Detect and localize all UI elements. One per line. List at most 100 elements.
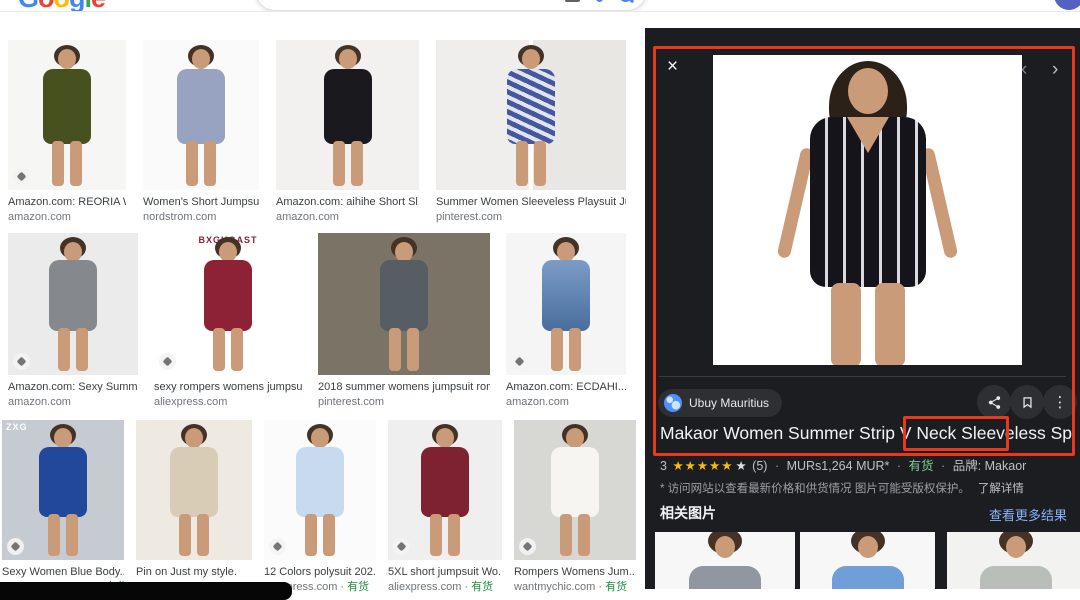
figure-head [64,241,82,262]
globe-icon [664,394,682,412]
figure-garment [296,446,344,517]
price: MURs1,264 MUR* [786,459,890,473]
share-icon [988,395,1000,409]
result-caption[interactable]: Rompers Womens Jum... [514,565,636,580]
result-image[interactable] [136,420,252,560]
figure-head [58,49,76,69]
image-watermark: ZXG [6,422,28,432]
stock-badge: · 有货 [337,581,370,593]
result-image[interactable] [276,40,419,190]
result-caption[interactable]: Pin on Just my style. [136,565,252,580]
result-caption[interactable]: Amazon.com: ECDAHI... [506,380,626,395]
result-image[interactable] [8,233,138,375]
search-icon[interactable] [619,0,632,2]
result-caption[interactable]: Women's Short Jumpsuits ... [143,195,259,210]
close-icon[interactable]: × [667,56,678,78]
figure-head [219,241,237,262]
search-result: ZXG Sexy Women Blue Body... buniversesty… [2,420,124,595]
result-domain: amazon.com [276,211,339,223]
avatar[interactable] [1054,0,1080,10]
result-image[interactable] [264,420,376,560]
panel-title[interactable]: Makaor Women Summer Strip V Neck Sleevel… [660,423,1072,444]
result-domain: amazon.com [8,396,71,408]
search-result: Women's Short Jumpsuits ... nordstrom.co… [143,40,259,225]
search-box[interactable] [255,0,647,11]
share-button[interactable] [977,385,1011,419]
result-caption[interactable]: Sexy Women Blue Body... [2,565,124,580]
figure-head [311,428,329,449]
result-caption[interactable]: 12 Colors polysuit 202... [264,565,376,580]
related-thumb[interactable] [655,532,795,589]
search-result: 12 Colors polysuit 202... aliexpress.com… [264,420,376,595]
bookmark-icon [1022,396,1032,408]
black-overlay-bar [0,582,292,600]
result-image[interactable] [506,233,626,375]
result-caption[interactable]: Amazon.com: REORIA Wo... [8,195,126,210]
tag-icon [13,168,30,185]
learn-more-link[interactable]: 了解详情 [978,483,1024,495]
result-image[interactable] [8,40,126,190]
more-icon: ⋮ [1052,393,1068,411]
tag-icon [511,353,528,370]
bookmark-button[interactable] [1010,385,1044,419]
result-image[interactable] [436,40,626,190]
result-caption[interactable]: Amazon.com: Sexy Summer ... [8,380,138,395]
more-button[interactable]: ⋮ [1043,385,1077,419]
figure-garment [542,259,590,331]
result-image[interactable] [514,420,636,560]
search-box-icons [565,0,632,2]
related-thumbs [655,532,1080,589]
figure-head [436,428,454,449]
tag-icon [519,538,536,555]
result-caption[interactable]: 5XL short jumpsuit Wo... [388,565,502,580]
search-input[interactable] [278,0,532,1]
stock-badge: · 有货 [461,581,494,593]
search-result: Amazon.com: aihihe Short Sl... amazon.co… [276,40,419,225]
result-caption[interactable]: Summer Women Sleeveless Playsuit Jum... [436,195,626,210]
figure-head [847,68,888,114]
tag-icon [269,538,286,555]
chevron-right-icon[interactable]: › [1052,59,1058,81]
result-caption[interactable]: 2018 summer womens jumpsuit rom... [318,380,490,395]
stock-badge: · 有货 [595,581,628,593]
rating-value: 3 [660,459,667,473]
result-domain: aliexpress.com [388,581,462,593]
result-domain: nordstrom.com [143,211,217,223]
related-thumb[interactable] [947,532,1080,589]
result-caption[interactable]: Amazon.com: aihihe Short Sl... [276,195,419,210]
related-thumb[interactable] [800,532,935,589]
result-image[interactable]: BXGHGAST [154,233,302,375]
image-detail-panel: × ‹ › Ubuy Mauritius ⋮ Makaor Women Summ… [645,28,1080,589]
review-count: (5) [752,459,768,473]
result-caption[interactable]: sexy rompers womens jumpsuit s... [154,380,302,395]
result-image[interactable] [318,233,490,375]
result-image[interactable] [143,40,259,190]
result-image[interactable]: ZXG [2,420,124,560]
search-result: 2018 summer womens jumpsuit rom... pinte… [318,233,490,410]
figure-head [395,241,413,262]
results-row-3: ZXG Sexy Women Blue Body... buniversesty… [2,420,636,595]
related-images-title: 相关图片 [660,505,716,521]
result-domain: aliexpress.com [154,396,228,408]
results-row-1: Amazon.com: REORIA Wo... amazon.com Wome… [8,40,626,225]
search-result: Amazon.com: ECDAHI... amazon.com [506,233,626,410]
search-result: Amazon.com: REORIA Wo... amazon.com [8,40,126,225]
image-search-icon[interactable] [565,0,580,2]
figure-garment [507,68,555,144]
hero-image[interactable] [713,55,1022,365]
result-image[interactable] [388,420,502,560]
tag-icon [159,353,176,370]
source-pill[interactable]: Ubuy Mauritius [658,389,783,417]
google-logo[interactable]: Google [18,0,106,11]
mic-icon[interactable] [596,0,603,2]
search-result: 5XL short jumpsuit Wo... aliexpress.com … [388,420,502,595]
figure-garment [170,446,218,517]
figure-head [522,49,540,69]
figure-garment [204,259,252,331]
rating-star-extra: ★ [735,459,747,473]
results-grid: Amazon.com: REORIA Wo... amazon.com Wome… [0,12,645,593]
brand: 品牌: Makaor [952,459,1027,473]
result-domain: pinterest.com [318,396,385,408]
search-result: Rompers Womens Jum... wantmychic.com · 有… [514,420,636,595]
see-more-link[interactable]: 查看更多结果 [989,505,1067,524]
